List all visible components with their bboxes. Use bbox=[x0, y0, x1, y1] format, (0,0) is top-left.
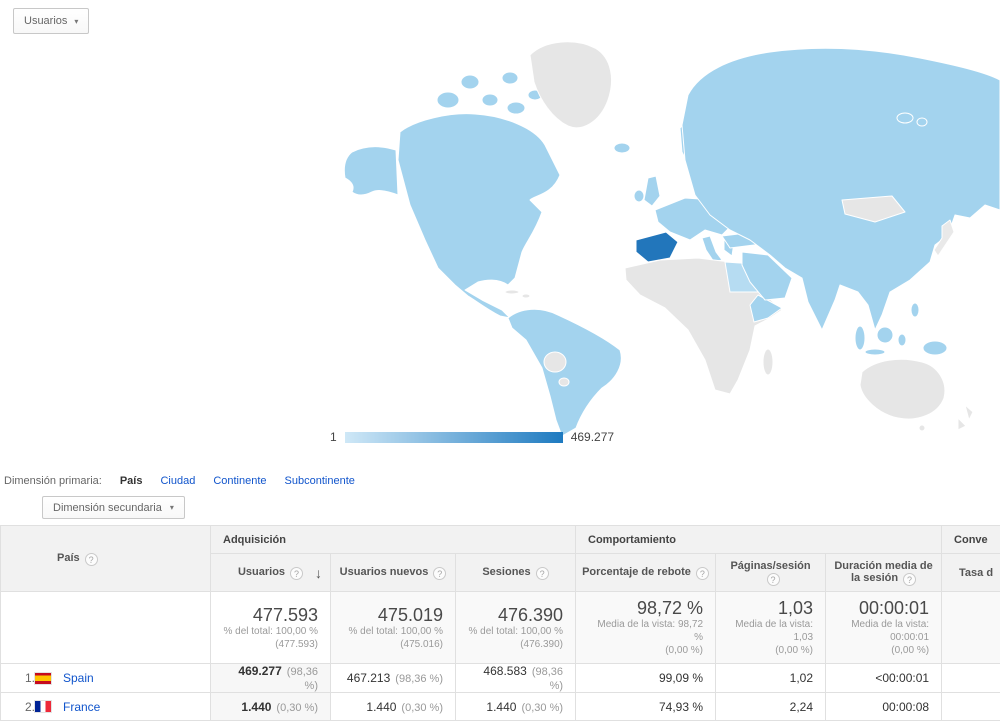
cell-usuarios: 469.277(98,36 %) bbox=[211, 664, 331, 693]
table-row-france: 2. France 1.440(0,30 %) 1.440(0,30 %) 1.… bbox=[1, 693, 1000, 721]
cell-paginas: 1,02 bbox=[716, 664, 826, 693]
country-cell: 1. Spain bbox=[1, 664, 211, 693]
column-header-sesiones[interactable]: Sesiones? bbox=[456, 554, 576, 592]
column-header-usuarios-nuevos[interactable]: Usuarios nuevos? bbox=[331, 554, 456, 592]
cell-usuarios: 1.440(0,30 %) bbox=[211, 693, 331, 721]
totals-paginas: 1,03 Media de la vista: 1,03 (0,00 %) bbox=[716, 592, 826, 664]
cell-duracion: 00:00:08 bbox=[826, 693, 942, 721]
chevron-down-icon: ▾ bbox=[170, 503, 174, 512]
totals-blank-cell bbox=[1, 592, 211, 664]
dimension-bar: Dimensión primaria: País Ciudad Continen… bbox=[4, 475, 355, 487]
help-icon[interactable]: ? bbox=[290, 567, 303, 580]
column-header-usuarios[interactable]: Usuarios? ↓ bbox=[211, 554, 331, 592]
legend-gradient-bar bbox=[345, 432, 563, 443]
world-map-svg bbox=[330, 0, 1000, 452]
row-rank: 1. bbox=[13, 671, 35, 685]
group-header-conversiones: Conve bbox=[942, 526, 1000, 554]
cell-usuarios-nuevos: 1.440(0,30 %) bbox=[331, 693, 456, 721]
sort-descending-icon[interactable]: ↓ bbox=[315, 565, 322, 581]
totals-sesiones: 476.390 % del total: 100,00 % (476.390) bbox=[456, 592, 576, 664]
help-icon[interactable]: ? bbox=[767, 573, 780, 586]
cell-rebote: 74,93 % bbox=[576, 693, 716, 721]
totals-tasa bbox=[942, 592, 1000, 664]
spain-flag-icon bbox=[35, 673, 51, 684]
column-header-duracion[interactable]: Duración media de la sesión? bbox=[826, 554, 942, 592]
dimension-option-continente[interactable]: Continente bbox=[213, 475, 266, 487]
table-row-spain: 1. Spain 469.277(98,36 %) 467.213(98,36 … bbox=[1, 664, 1000, 693]
column-header-paginas-sesion[interactable]: Páginas/sesión? bbox=[716, 554, 826, 592]
cell-sesiones: 1.440(0,30 %) bbox=[456, 693, 576, 721]
help-icon[interactable]: ? bbox=[536, 567, 549, 580]
france-flag-icon bbox=[35, 701, 51, 712]
group-header-comportamiento: Comportamiento bbox=[576, 526, 942, 554]
cell-sesiones: 468.583(98,36 %) bbox=[456, 664, 576, 693]
cell-paginas: 2,24 bbox=[716, 693, 826, 721]
country-cell: 2. France bbox=[1, 693, 211, 721]
totals-row: 477.593 % del total: 100,00 % (477.593) … bbox=[1, 592, 1000, 664]
help-icon[interactable]: ? bbox=[433, 567, 446, 580]
cell-tasa bbox=[942, 693, 1000, 721]
cell-rebote: 99,09 % bbox=[576, 664, 716, 693]
column-header-tasa[interactable]: Tasa d bbox=[942, 554, 1000, 592]
totals-usuarios-nuevos: 475.019 % del total: 100,00 % (475.016) bbox=[331, 592, 456, 664]
secondary-dimension-label: Dimensión secundaria bbox=[53, 502, 162, 514]
geo-map[interactable] bbox=[330, 0, 1000, 452]
totals-rebote: 98,72 % Media de la vista: 98,72 % (0,00… bbox=[576, 592, 716, 664]
secondary-dimension-dropdown[interactable]: Dimensión secundaria ▾ bbox=[42, 496, 185, 519]
country-link-france[interactable]: France bbox=[63, 700, 100, 714]
dimension-option-pais[interactable]: País bbox=[120, 475, 143, 487]
column-header-pais[interactable]: País? bbox=[1, 526, 211, 592]
totals-duracion: 00:00:01 Media de la vista: 00:00:01 (0,… bbox=[826, 592, 942, 664]
map-legend: 1 469.277 bbox=[330, 430, 614, 444]
row-rank: 2. bbox=[13, 700, 35, 714]
dimension-option-subcontinente[interactable]: Subcontinente bbox=[285, 475, 355, 487]
cell-usuarios-nuevos: 467.213(98,36 %) bbox=[331, 664, 456, 693]
cell-duracion: <00:00:01 bbox=[826, 664, 942, 693]
help-icon[interactable]: ? bbox=[903, 573, 916, 586]
totals-usuarios: 477.593 % del total: 100,00 % (477.593) bbox=[211, 592, 331, 664]
metric-selector-dropdown[interactable]: Usuarios ▾ bbox=[13, 8, 89, 34]
report-table: País? Adquisición Comportamiento Conve U… bbox=[0, 525, 1000, 721]
legend-max-label: 469.277 bbox=[571, 430, 614, 444]
column-header-rebote[interactable]: Porcentaje de rebote? bbox=[576, 554, 716, 592]
help-icon[interactable]: ? bbox=[85, 553, 98, 566]
primary-dimension-label: Dimensión primaria: bbox=[4, 475, 102, 487]
dimension-option-ciudad[interactable]: Ciudad bbox=[160, 475, 195, 487]
cell-tasa bbox=[942, 664, 1000, 693]
group-header-adquisicion: Adquisición bbox=[211, 526, 576, 554]
legend-min-label: 1 bbox=[330, 430, 337, 444]
metric-selector-label: Usuarios bbox=[24, 15, 67, 27]
chevron-down-icon: ▾ bbox=[74, 17, 78, 26]
help-icon[interactable]: ? bbox=[696, 567, 709, 580]
country-link-spain[interactable]: Spain bbox=[63, 671, 94, 685]
